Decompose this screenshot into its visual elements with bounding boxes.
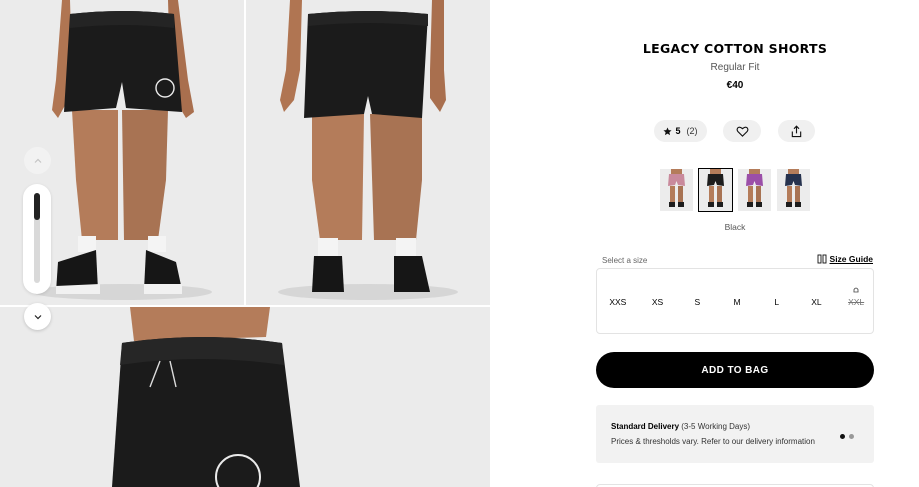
size-option-xl[interactable]: XL [798,269,834,335]
rating-value: 5 [675,126,681,136]
size-option-l[interactable]: L [759,269,795,335]
color-swatches [660,168,810,212]
scroll-track[interactable] [34,193,40,283]
gallery-down-button[interactable] [24,303,51,330]
delivery-title: Standard Delivery [611,422,680,431]
color-swatch-navy[interactable] [777,169,810,211]
rating-count: (2) [686,126,698,136]
product-title: LEGACY COTTON SHORTS [642,41,828,56]
product-image-back[interactable] [246,0,490,305]
color-swatch-black[interactable] [698,168,733,212]
product-info-panel: LEGACY COTTON SHORTS Regular Fit €40 5 (… [490,0,919,487]
delivery-subtitle: (3-5 Working Days) [681,422,751,431]
notify-bell-icon [853,287,859,293]
back-photo-illustration [246,0,490,305]
detail-photo-illustration [0,307,490,487]
product-fit: Regular Fit [710,62,760,73]
size-option-label: L [774,297,780,307]
chevron-up-icon [34,158,41,163]
product-price: €40 [726,80,744,91]
scroll-thumb[interactable] [34,193,40,220]
size-option-xxl[interactable]: XXL [838,269,874,335]
product-gallery [0,0,490,487]
swatch-thumbnail [699,169,732,211]
size-option-label: M [733,297,741,307]
swatch-thumbnail [738,169,771,211]
size-option-xxs[interactable]: XXS [600,269,636,335]
color-swatch-pink[interactable] [660,169,693,211]
ruler-icon [817,254,826,264]
size-option-xs[interactable]: XS [640,269,676,335]
share-button[interactable] [778,120,815,142]
gallery-up-button[interactable] [24,147,51,174]
delivery-body: Prices & thresholds vary. Refer to our d… [611,437,815,446]
delivery-carousel-dots [840,434,854,439]
rating-button[interactable]: 5 (2) [654,120,707,142]
size-guide-link[interactable]: Size Guide [817,254,873,264]
size-option-label: XL [811,297,822,307]
product-image-detail[interactable] [0,307,490,487]
delivery-title-line: Standard Delivery (3-5 Working Days) [611,422,750,431]
color-swatch-purple[interactable] [738,169,771,211]
delivery-info-card: Standard Delivery (3-5 Working Days) Pri… [596,405,874,463]
size-guide-label: Size Guide [829,254,873,264]
star-icon [663,126,673,135]
gallery-scrollbar[interactable] [23,184,51,294]
size-option-label: XXL [848,297,865,307]
swatch-thumbnail [660,169,693,211]
size-option-s[interactable]: S [679,269,715,335]
carousel-dot-2[interactable] [849,434,854,439]
share-icon [791,124,802,137]
carousel-dot-1[interactable] [840,434,845,439]
add-to-bag-button[interactable]: ADD TO BAG [596,352,874,388]
size-option-label: XXS [609,297,627,307]
size-option-label: S [694,297,701,307]
size-label: Select a size [602,256,648,265]
size-selector: XXS XS S M L XL XXL [596,268,874,334]
heart-icon [736,126,748,137]
chevron-down-icon [34,314,41,319]
swatch-thumbnail [777,169,810,211]
selected-color-name: Black [724,222,746,232]
size-option-m[interactable]: M [719,269,755,335]
wishlist-button[interactable] [723,120,761,142]
size-option-label: XS [651,297,664,307]
